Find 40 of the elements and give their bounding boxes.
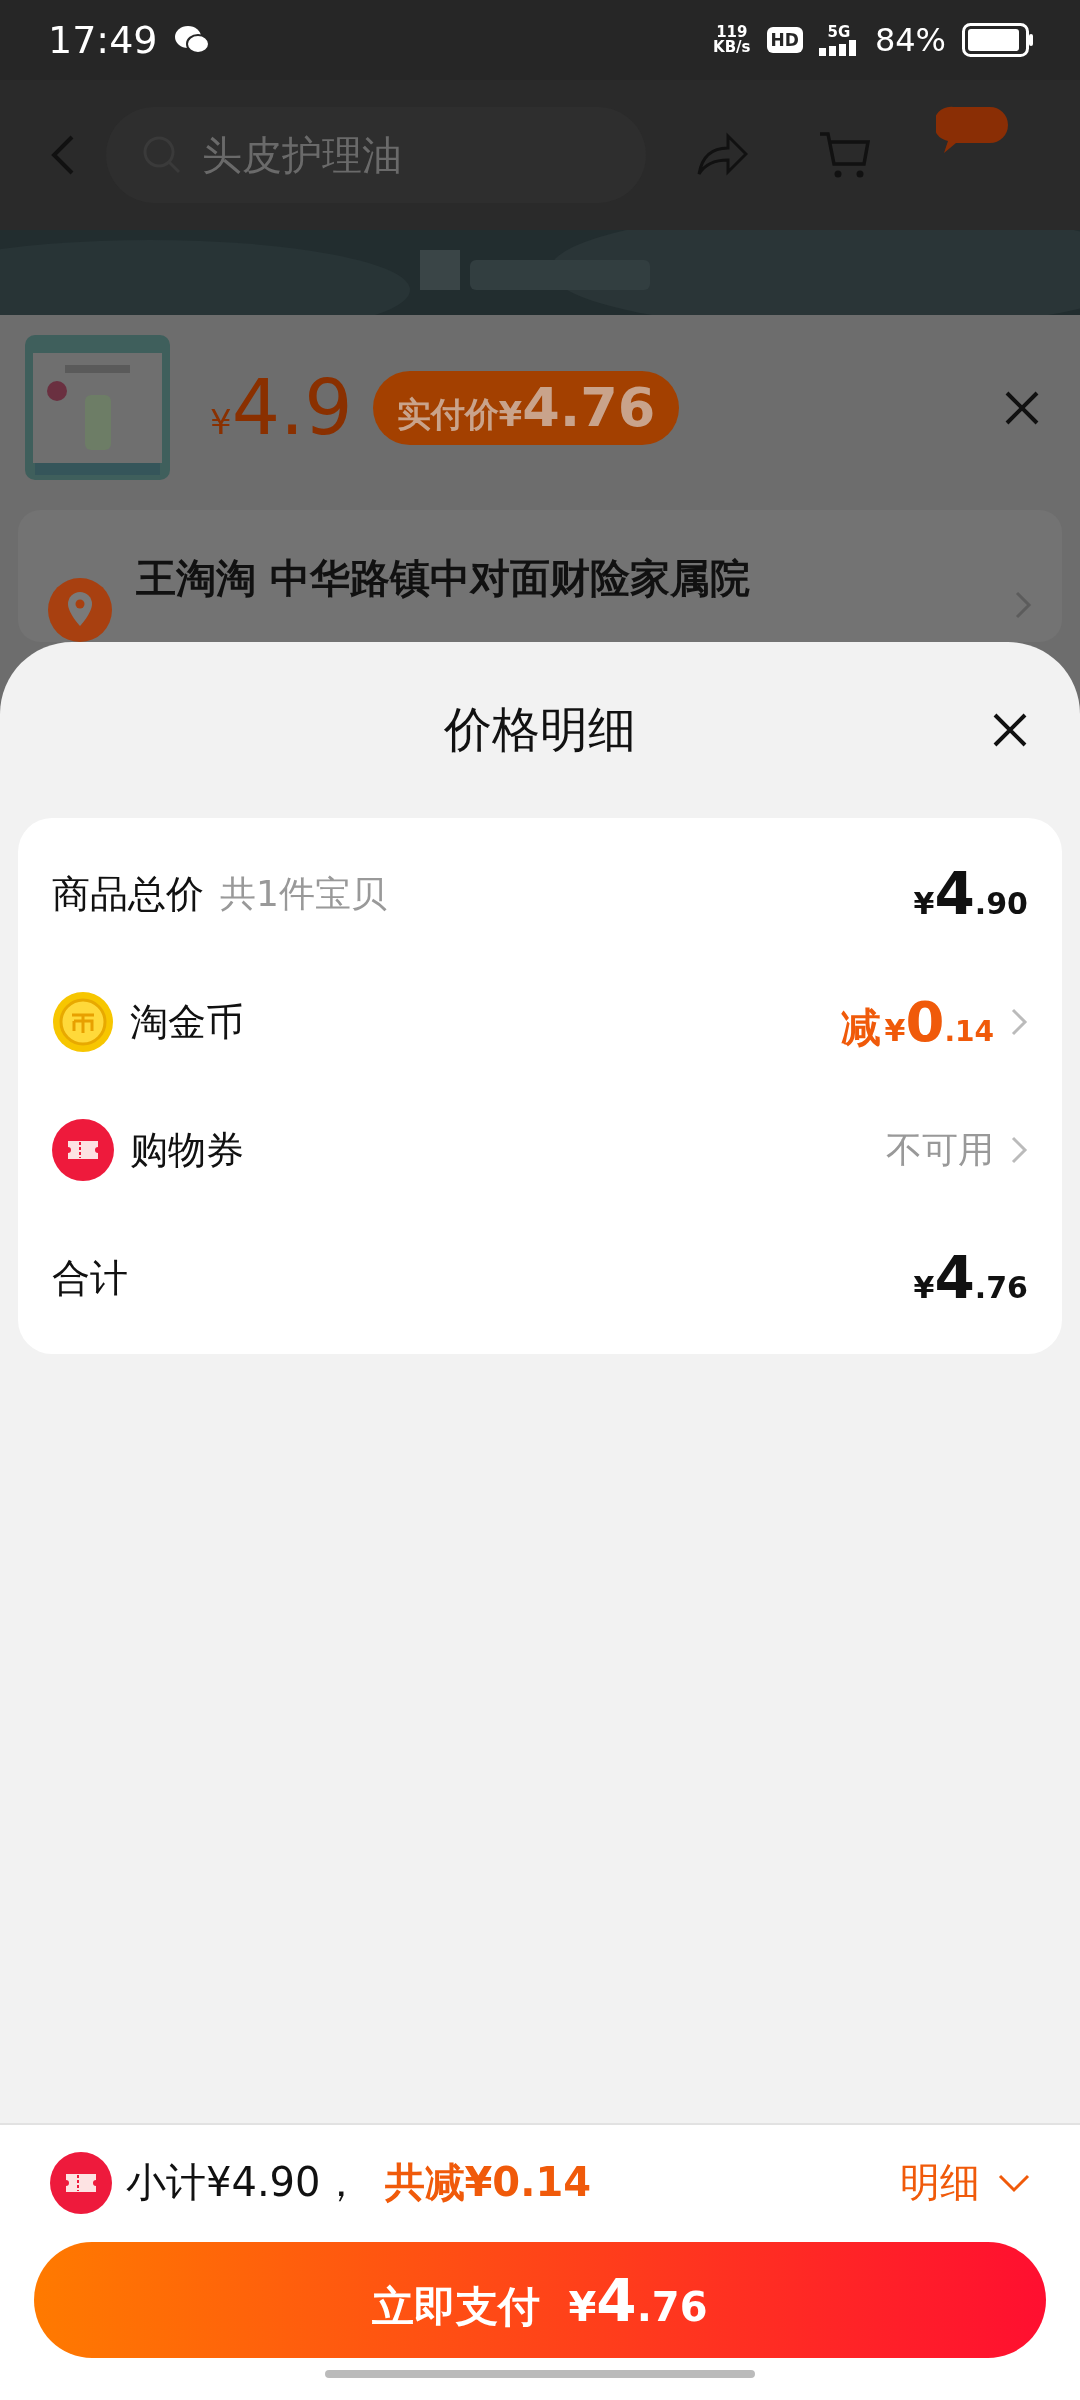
detail-toggle[interactable]: 明细 xyxy=(900,2155,1030,2210)
share-icon[interactable] xyxy=(696,132,748,178)
row-label: 商品总价 xyxy=(52,870,204,918)
chevron-right-icon xyxy=(1010,1135,1028,1165)
sheet-title: 价格明细 xyxy=(444,700,636,759)
address-title: 王淘淘 中华路镇中对面财险家属院 xyxy=(136,554,751,603)
price: ¥4.90 xyxy=(913,860,1028,928)
close-icon xyxy=(992,712,1028,748)
coin-icon xyxy=(52,991,114,1053)
hd-badge: HD xyxy=(766,27,803,53)
chevron-right-icon xyxy=(1014,590,1032,620)
network-speed: 119 xyxy=(716,25,748,40)
row-label: 购物券 xyxy=(130,1126,244,1174)
chevron-down-icon xyxy=(998,2172,1030,2193)
product-price: ¥4.9 xyxy=(210,363,353,452)
row-status: 不可用 xyxy=(886,1127,994,1172)
price: ¥4.76 xyxy=(913,1244,1028,1312)
price: 减¥0.14 xyxy=(840,989,994,1055)
chevron-right-icon xyxy=(1010,1007,1028,1037)
final-price-badge: 实付价¥4.76 xyxy=(372,370,680,445)
close-icon[interactable] xyxy=(1004,389,1040,426)
item-count: 共1件宝贝 xyxy=(220,871,387,916)
ticket-icon xyxy=(50,2151,112,2214)
battery-icon xyxy=(962,23,1034,57)
address-card[interactable]: 王淘淘 中华路镇中对面财险家属院 xyxy=(18,510,1062,642)
ticket-icon xyxy=(52,1119,114,1181)
network-type: 5G xyxy=(827,24,851,40)
signal-icon xyxy=(818,39,859,56)
network-speed-unit: KB/s xyxy=(713,40,751,55)
row-label: 淘金币 xyxy=(130,998,244,1046)
search-field[interactable]: 头皮护理油 xyxy=(106,107,646,203)
cart-icon[interactable] xyxy=(818,130,870,180)
back-icon[interactable] xyxy=(50,133,76,177)
discount-total: 共减¥0.14 xyxy=(384,2158,592,2207)
battery-level: 84% xyxy=(874,21,946,59)
status-time: 17:49 xyxy=(48,18,158,62)
location-pin-icon xyxy=(48,578,112,642)
subtotal: 小计¥4.90， xyxy=(126,2158,361,2207)
row-label: 合计 xyxy=(52,1254,128,1302)
pay-button[interactable]: 立即支付 ¥4.76 xyxy=(34,2242,1046,2358)
